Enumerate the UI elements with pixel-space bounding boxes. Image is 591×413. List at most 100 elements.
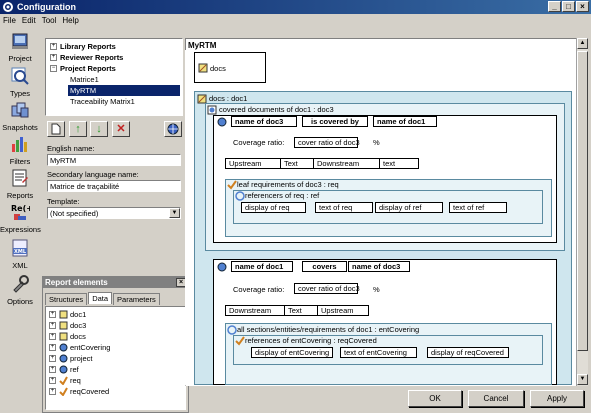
canvas-scrollbar[interactable]: ▲ ▼ (576, 38, 588, 386)
expand-icon[interactable]: + (49, 311, 56, 318)
filters-icon (12, 137, 27, 152)
template-select[interactable]: (Not specified) ▼ (47, 207, 181, 219)
arrow-down-icon: ↓ (96, 123, 102, 135)
scroll-up-icon[interactable]: ▲ (577, 38, 588, 49)
project-icon (59, 354, 68, 363)
window-title: Configuration (17, 2, 76, 12)
ok-button[interactable]: OK (408, 390, 462, 407)
globe-icon (167, 123, 179, 135)
is-covered-by-cell: is covered by (302, 116, 368, 127)
collapse-icon[interactable]: − (50, 65, 57, 72)
expand-icon[interactable]: + (49, 333, 56, 340)
move-up-button[interactable]: ↑ (69, 121, 87, 137)
cancel-button[interactable]: Cancel (468, 390, 524, 407)
sidebar-item-expressions[interactable]: Re(+) Expressions (0, 202, 41, 234)
display-of-ref-cell: display of ref (375, 202, 443, 213)
tree-item-matrice1[interactable]: Matrice1 (70, 74, 99, 85)
title-bar: Configuration _ □ × (0, 0, 591, 14)
apply-button[interactable]: Apply (530, 390, 584, 407)
english-name-field[interactable]: MyRTM (47, 154, 181, 166)
move-down-button[interactable]: ↓ (90, 121, 108, 137)
list-item[interactable]: + reqCovered (49, 386, 109, 397)
menu-tool[interactable]: Tool (39, 16, 60, 25)
display-of-req-cell: display of req (241, 202, 306, 213)
reports-icon (12, 169, 28, 187)
minimize-button[interactable]: _ (548, 1, 561, 12)
report-canvas[interactable]: docs docs : doc1 covered documents of do… (185, 50, 576, 385)
downstream-header: Downstream (313, 158, 380, 169)
upstream-header: Upstream (225, 158, 281, 169)
scrollbar-thumb[interactable] (577, 51, 588, 351)
sidebar-item-reports[interactable]: Reports (0, 168, 40, 200)
tab-data[interactable]: Data (88, 292, 113, 304)
svg-text:XML: XML (14, 249, 27, 255)
text-of-entcovering-cell: text of entCovering (340, 347, 417, 358)
svg-text:Re(+): Re(+) (11, 204, 30, 213)
menu-edit[interactable]: Edit (19, 16, 39, 25)
report-tree[interactable]: + Library Reports + Reviewer Reports − P… (45, 38, 183, 116)
secondary-language-label: Secondary language name: (47, 170, 139, 179)
list-item[interactable]: + project (49, 353, 93, 364)
english-name-label: English name: (47, 144, 95, 153)
expressions-icon: Re(+) (11, 204, 37, 220)
tab-parameters[interactable]: Parameters (113, 293, 160, 305)
sidebar-item-snapshots[interactable]: Snapshots (0, 100, 40, 132)
sidebar-item-filters[interactable]: Filters (0, 134, 40, 166)
text-header: Text (280, 158, 314, 169)
requirement-icon (59, 387, 68, 396)
name-of-doc1-cell: name of doc1 (373, 116, 437, 127)
tree-item-reviewer-reports[interactable]: + Reviewer Reports (50, 52, 123, 63)
upstream-header-2: Upstream (317, 305, 369, 316)
chevron-down-icon[interactable]: ▼ (169, 208, 180, 218)
canvas-title: MyRTM (188, 41, 217, 50)
tree-item-traceability-matrix1[interactable]: Traceability Matrix1 (70, 96, 135, 107)
menu-help[interactable]: Help (59, 16, 81, 25)
delete-button[interactable]: ✕ (112, 121, 130, 137)
list-item[interactable]: + doc1 (49, 309, 86, 320)
snapshots-icon (11, 102, 29, 118)
expand-icon[interactable]: + (50, 54, 57, 61)
coverage-ratio-field-2[interactable]: cover ratio of doc3 (294, 283, 360, 294)
document-icon (59, 332, 68, 341)
sidebar-item-types[interactable]: Types (0, 66, 40, 98)
new-report-button[interactable] (47, 121, 65, 137)
entity-icon (217, 262, 227, 272)
types-icon (11, 67, 29, 85)
coverage-ratio-field[interactable]: cover ratio of doc3 (294, 137, 360, 148)
expand-icon[interactable]: + (49, 322, 56, 329)
tree-item-myrtm[interactable]: MyRTM (68, 85, 180, 96)
requirement-icon (235, 336, 245, 346)
sidebar-item-project[interactable]: Project (0, 31, 40, 63)
sidebar-item-options[interactable]: Options (0, 274, 40, 306)
secondary-language-field[interactable]: Matrice de traçabilité (47, 180, 181, 192)
expand-icon[interactable]: + (49, 366, 56, 373)
list-item[interactable]: + ref (49, 364, 79, 375)
tree-item-project-reports[interactable]: − Project Reports (50, 63, 116, 74)
app-icon (3, 2, 13, 12)
expand-icon[interactable]: + (49, 344, 56, 351)
list-item[interactable]: + doc3 (49, 320, 86, 331)
text-of-req-cell: text of req (315, 202, 373, 213)
panel-title: Report elements × (43, 277, 188, 288)
language-button[interactable] (164, 121, 182, 137)
panel-tabs: Structures Data Parameters (45, 292, 161, 305)
expand-icon[interactable]: + (49, 355, 56, 362)
tab-structures[interactable]: Structures (45, 293, 88, 305)
project-icon (12, 33, 28, 49)
close-button[interactable]: × (576, 1, 589, 12)
text-of-ref-cell: text of ref (449, 202, 507, 213)
menu-file[interactable]: File (0, 16, 19, 25)
docs-box[interactable]: docs (194, 52, 266, 83)
tree-item-library-reports[interactable]: + Library Reports (50, 41, 116, 52)
maximize-button[interactable]: □ (562, 1, 575, 12)
sidebar-item-xml[interactable]: XML XML (0, 238, 40, 270)
expand-icon[interactable]: + (49, 388, 56, 395)
scroll-down-icon[interactable]: ▼ (577, 374, 588, 385)
element-list[interactable]: + doc1 + doc3 + docs + entCovering + project … (45, 306, 186, 410)
list-item[interactable]: + req (49, 375, 81, 386)
expand-icon[interactable]: + (50, 43, 57, 50)
list-item[interactable]: + docs (49, 331, 86, 342)
list-item[interactable]: + entCovering (49, 342, 110, 353)
expand-icon[interactable]: + (49, 377, 56, 384)
document-icon (207, 105, 217, 115)
